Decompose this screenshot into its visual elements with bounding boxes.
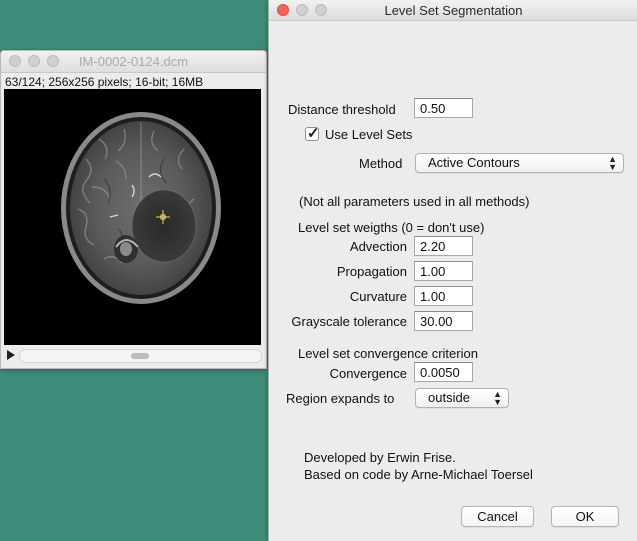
image-window-titlebar[interactable]: IM-0002-0124.dcm xyxy=(1,51,266,73)
grayscale-tolerance-input[interactable]: 30.00 xyxy=(414,311,473,331)
mri-image-canvas[interactable] xyxy=(4,89,261,345)
distance-threshold-label: Distance threshold xyxy=(288,102,396,117)
credits-line-1: Developed by Erwin Frise. xyxy=(304,450,456,465)
image-window-title: IM-0002-0124.dcm xyxy=(78,54,189,69)
image-window[interactable]: IM-0002-0124.dcm 63/124; 256x256 pixels;… xyxy=(0,50,267,369)
grayscale-tolerance-label: Grayscale tolerance xyxy=(291,314,407,329)
propagation-input[interactable]: 1.00 xyxy=(414,261,473,281)
parameters-note: (Not all parameters used in all methods) xyxy=(299,194,530,209)
updown-arrows-icon: ▲ ▼ xyxy=(493,389,502,407)
ok-button[interactable]: OK xyxy=(551,506,619,527)
method-select[interactable]: Active Contours ▲ ▼ xyxy=(415,153,624,173)
credits-line-2: Based on code by Arne-Michael Toersel xyxy=(304,467,533,482)
checkmark-icon: ✓ xyxy=(307,125,320,142)
region-expands-label: Region expands to xyxy=(286,391,395,406)
weights-heading: Level set weigths (0 = don't use) xyxy=(298,220,485,235)
convergence-input[interactable]: 0.0050 xyxy=(414,362,473,382)
advection-input[interactable]: 2.20 xyxy=(414,236,473,256)
method-select-value: Active Contours xyxy=(428,155,520,170)
method-label: Method xyxy=(359,156,403,171)
use-level-sets-label[interactable]: Use Level Sets xyxy=(325,127,412,142)
advection-label: Advection xyxy=(349,239,407,254)
dialog-title: Level Set Segmentation xyxy=(384,3,523,18)
convergence-label: Convergence xyxy=(329,366,407,381)
level-set-dialog[interactable]: Level Set Segmentation Distance threshol… xyxy=(268,0,637,541)
scroll-track[interactable] xyxy=(19,349,262,363)
scroll-thumb[interactable] xyxy=(131,353,149,359)
brain-mri-image xyxy=(4,89,261,345)
dialog-titlebar[interactable]: Level Set Segmentation xyxy=(269,0,637,21)
curvature-input[interactable]: 1.00 xyxy=(414,286,473,306)
region-expands-value: outside xyxy=(428,390,470,405)
play-icon[interactable] xyxy=(7,350,15,360)
curvature-label: Curvature xyxy=(349,289,407,304)
distance-threshold-input[interactable]: 0.50 xyxy=(414,98,473,118)
use-level-sets-checkbox[interactable]: ✓ xyxy=(305,125,320,142)
propagation-label: Propagation xyxy=(336,264,407,279)
region-expands-select[interactable]: outside ▲ ▼ xyxy=(415,388,509,408)
updown-arrows-icon: ▲ ▼ xyxy=(608,154,617,172)
slice-scrollbar[interactable] xyxy=(1,347,266,364)
convergence-heading: Level set convergence criterion xyxy=(298,346,478,361)
image-info: 63/124; 256x256 pixels; 16-bit; 16MB xyxy=(5,75,204,89)
cancel-button[interactable]: Cancel xyxy=(461,506,534,527)
